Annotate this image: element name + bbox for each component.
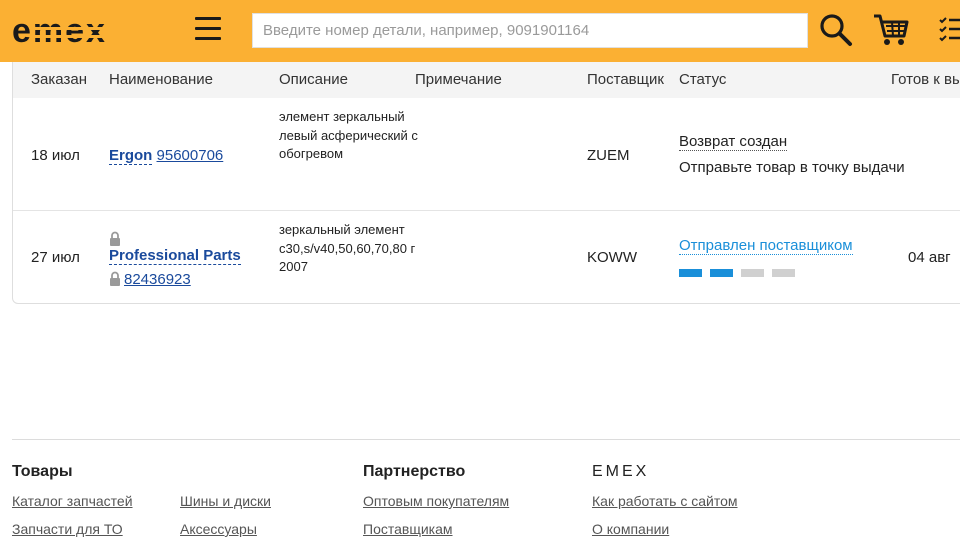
part-description: элемент зеркальный левый асферический с … bbox=[279, 109, 418, 161]
emex-logo[interactable]: emex bbox=[12, 14, 140, 48]
part-description: зеркальный элемент c30,s/v40,50,60,70,80… bbox=[279, 222, 416, 274]
footer-heading-partnership: Партнерство bbox=[363, 463, 466, 480]
col-name: Наименование bbox=[109, 71, 213, 88]
order-date: 27 июл bbox=[31, 249, 80, 266]
footer-heading-goods: Товары bbox=[12, 463, 73, 480]
svg-text:emex: emex bbox=[12, 14, 107, 48]
footer-link-wholesale[interactable]: Оптовым покупателям bbox=[363, 493, 509, 509]
supplier-code: ZUEM bbox=[587, 147, 630, 164]
status: Возврат создан bbox=[679, 133, 788, 151]
brand-link[interactable]: Ergon bbox=[109, 147, 153, 165]
brand-link[interactable]: Professional Parts bbox=[109, 247, 241, 265]
progress-step bbox=[679, 269, 702, 277]
table-header: Заказан Наименование Описание Примечание… bbox=[13, 62, 960, 98]
magnifier-icon[interactable] bbox=[818, 12, 854, 48]
checklist-icon[interactable] bbox=[938, 16, 960, 46]
part-number-link[interactable]: 82436923 bbox=[124, 271, 191, 288]
lock-icon bbox=[110, 271, 120, 286]
footer-divider bbox=[12, 439, 960, 440]
top-bar: emex bbox=[0, 0, 960, 62]
col-ready: Готов к вы bbox=[891, 71, 960, 88]
status-hint: Отправьте товар в точку выдачи bbox=[679, 159, 905, 176]
part-number: 82436923 bbox=[124, 271, 191, 288]
footer-link-parts-catalog[interactable]: Каталог запчастей bbox=[12, 493, 133, 509]
part-number-link[interactable]: 95600706 bbox=[157, 147, 224, 164]
progress-step bbox=[710, 269, 733, 277]
order-date: 18 июл bbox=[31, 147, 80, 164]
row-divider bbox=[13, 210, 960, 211]
col-note: Примечание bbox=[415, 71, 502, 88]
supplier-code: KOWW bbox=[587, 249, 637, 266]
footer-heading-emex: EMEX bbox=[592, 463, 650, 480]
status-link[interactable]: Отправлен поставщиком bbox=[679, 237, 853, 255]
orders-table: Заказан Наименование Описание Примечание… bbox=[12, 62, 960, 304]
footer-link-about[interactable]: О компании bbox=[592, 521, 669, 537]
progress-step bbox=[772, 269, 795, 277]
col-description: Описание bbox=[279, 71, 349, 88]
status-link[interactable]: Возврат создан bbox=[679, 133, 788, 151]
search-input[interactable] bbox=[252, 13, 808, 48]
col-ordered: Заказан bbox=[31, 71, 87, 88]
footer-link-tires-wheels[interactable]: Шины и диски bbox=[180, 493, 271, 509]
col-supplier: Поставщик bbox=[587, 71, 664, 88]
col-status: Статус bbox=[679, 71, 727, 88]
footer-link-suppliers[interactable]: Поставщикам bbox=[363, 521, 453, 537]
hamburger-icon[interactable] bbox=[195, 17, 221, 43]
ready-date: 04 авг bbox=[908, 249, 951, 266]
footer-link-accessories[interactable]: Аксессуары bbox=[180, 521, 257, 537]
part-name: Professional Parts bbox=[109, 247, 241, 265]
lock-icon bbox=[110, 231, 120, 246]
footer-link-how-to-use[interactable]: Как работать с сайтом bbox=[592, 493, 738, 509]
part-name: Ergon 95600706 bbox=[109, 147, 224, 165]
cart-icon[interactable] bbox=[872, 12, 910, 48]
footer-link-maintenance-parts[interactable]: Запчасти для ТО bbox=[12, 521, 123, 537]
status: Отправлен поставщиком bbox=[679, 237, 853, 255]
progress-step bbox=[741, 269, 764, 277]
